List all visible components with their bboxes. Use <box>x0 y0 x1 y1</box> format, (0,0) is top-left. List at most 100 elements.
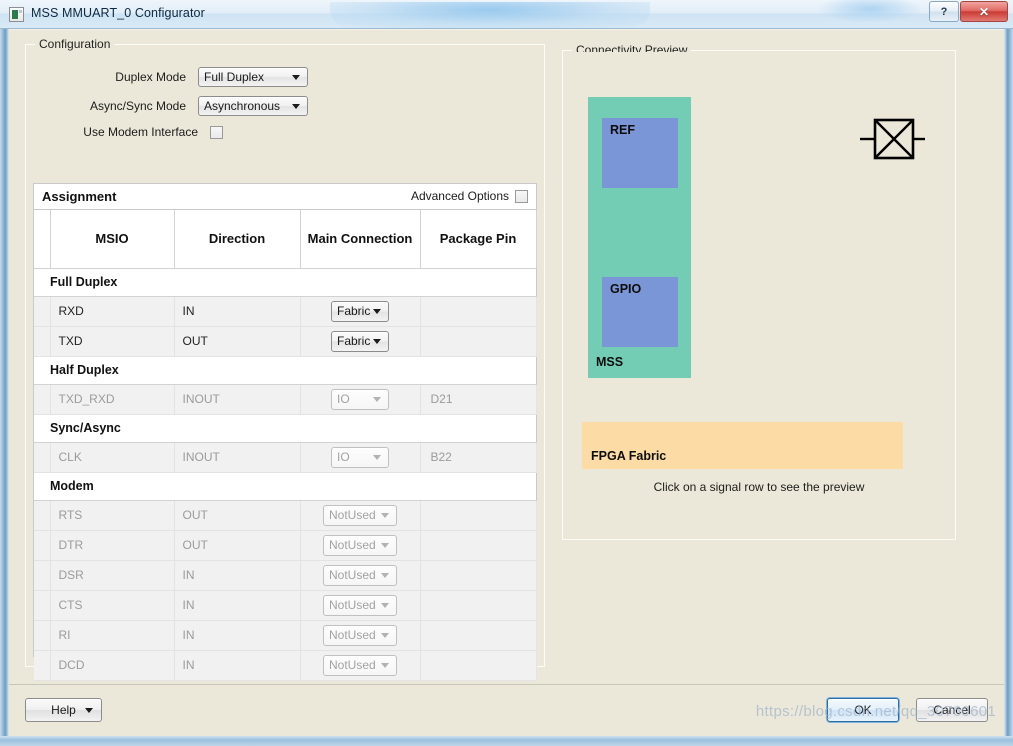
use-modem-interface-label: Use Modem Interface <box>83 125 198 139</box>
chevron-down-icon <box>373 339 381 344</box>
main-connection-select[interactable]: NotUsed <box>323 564 397 586</box>
chevron-down-icon <box>381 633 389 638</box>
table-group-label: Modem <box>34 471 536 501</box>
table-row[interactable]: TXD OUT Fabric <box>34 325 537 357</box>
cell-package-pin <box>419 619 537 651</box>
table-row[interactable]: CTS IN NotUsed <box>34 589 537 621</box>
configuration-group: Configuration Duplex Mode Full Duplex As… <box>25 37 545 681</box>
row-selector-cell[interactable] <box>34 325 51 357</box>
cell-msio: RXD <box>49 295 175 327</box>
cell-main-connection: IO <box>299 383 421 415</box>
use-modem-interface-row: Use Modem Interface <box>56 125 223 139</box>
row-selector-cell[interactable] <box>34 295 51 327</box>
cell-msio: CLK <box>49 441 175 473</box>
ok-button[interactable]: OK <box>827 698 899 722</box>
main-connection-select[interactable]: NotUsed <box>323 594 397 616</box>
main-connection-value: NotUsed <box>329 568 376 582</box>
package-pad-icon <box>860 118 925 160</box>
cell-direction: OUT <box>173 499 301 531</box>
signal-assignment-table: MSIO Direction Main Connection Package P… <box>34 210 537 681</box>
cancel-button[interactable]: Cancel <box>916 698 988 722</box>
table-row[interactable]: RI IN NotUsed <box>34 619 537 651</box>
use-modem-interface-checkbox[interactable] <box>210 125 223 139</box>
ref-block: REF <box>602 118 678 188</box>
cell-package-pin <box>419 559 537 591</box>
duplex-mode-label: Duplex Mode <box>115 70 186 84</box>
duplex-mode-select[interactable]: Full Duplex <box>198 67 308 87</box>
cell-direction: OUT <box>173 529 301 561</box>
chevron-down-icon <box>381 603 389 608</box>
main-connection-select[interactable]: IO <box>331 446 389 468</box>
async-sync-mode-value: Asynchronous <box>204 99 281 113</box>
cell-direction: IN <box>173 589 301 621</box>
column-header-main-connection: Main Connection <box>299 210 421 269</box>
cell-package-pin <box>419 325 537 357</box>
cell-main-connection: Fabric <box>299 325 421 357</box>
row-selector-cell[interactable] <box>34 529 51 561</box>
cell-package-pin: B22 <box>419 441 537 473</box>
table-row[interactable]: DCD IN NotUsed <box>34 649 537 681</box>
table-group-row: Half Duplex <box>34 355 536 385</box>
main-connection-select[interactable]: NotUsed <box>323 654 397 676</box>
chevron-down-icon <box>373 397 381 402</box>
main-connection-select[interactable]: Fabric <box>331 300 389 322</box>
table-row[interactable]: RXD IN Fabric <box>34 295 537 327</box>
table-body: Full Duplex RXD IN Fabric TXD OUT Fabric Half D… <box>34 267 537 681</box>
fpga-fabric-label: FPGA Fabric <box>591 449 667 463</box>
cell-package-pin: D21 <box>419 383 537 415</box>
table-row[interactable]: TXD_RXD INOUT IO D21 <box>34 383 537 415</box>
main-connection-select[interactable]: IO <box>331 388 389 410</box>
table-row[interactable]: RTS OUT NotUsed <box>34 499 537 531</box>
ref-block-label: REF <box>610 123 635 137</box>
cell-package-pin <box>419 295 537 327</box>
main-connection-select[interactable]: NotUsed <box>323 534 397 556</box>
async-sync-mode-row: Async/Sync Mode Asynchronous <box>56 96 308 116</box>
table-group-label: Half Duplex <box>34 355 536 385</box>
connectivity-preview-canvas[interactable]: REF GPIO MSS FPGA Fabric Click on a sign… <box>564 52 954 538</box>
cell-msio: TXD_RXD <box>49 383 175 415</box>
cell-main-connection: NotUsed <box>299 589 421 621</box>
chevron-down-icon <box>85 708 93 713</box>
row-selector-cell[interactable] <box>34 649 51 681</box>
table-row[interactable]: DTR OUT NotUsed <box>34 529 537 561</box>
cell-main-connection: NotUsed <box>299 619 421 651</box>
help-button-label: Help <box>51 703 76 717</box>
row-selector-cell[interactable] <box>34 441 51 473</box>
cell-main-connection: Fabric <box>299 295 421 327</box>
async-sync-mode-label: Async/Sync Mode <box>89 99 186 113</box>
table-row[interactable]: DSR IN NotUsed <box>34 559 537 591</box>
cell-main-connection: NotUsed <box>299 649 421 681</box>
table-group-label: Full Duplex <box>34 267 536 297</box>
row-selector-cell[interactable] <box>34 619 51 651</box>
window-frame-right-edge <box>1004 0 1013 746</box>
cell-msio: DSR <box>49 559 175 591</box>
help-icon[interactable]: ? <box>929 1 959 22</box>
main-connection-value: IO <box>337 392 350 406</box>
advanced-options-label: Advanced Options <box>410 189 509 203</box>
main-connection-select[interactable]: NotUsed <box>323 504 397 526</box>
row-selector-cell[interactable] <box>34 559 51 591</box>
window-title: MSS MMUART_0 Configurator <box>31 6 205 20</box>
configuration-group-title: Configuration <box>35 37 115 51</box>
close-icon[interactable]: ✕ <box>960 1 1008 22</box>
title-bar[interactable]: MSS MMUART_0 Configurator ? ✕ <box>0 0 1013 29</box>
row-selector-cell[interactable] <box>34 499 51 531</box>
table-row[interactable]: CLK INOUT IO B22 <box>34 441 537 473</box>
async-sync-mode-select[interactable]: Asynchronous <box>198 96 308 116</box>
cell-msio: DTR <box>49 529 175 561</box>
row-selector-cell[interactable] <box>34 383 51 415</box>
cell-direction: INOUT <box>173 441 301 473</box>
column-header-direction: Direction <box>173 210 301 269</box>
table-group-row: Modem <box>34 471 536 501</box>
cell-main-connection: NotUsed <box>299 499 421 531</box>
help-button[interactable]: Help <box>25 698 102 722</box>
assignment-title: Assignment <box>42 189 117 204</box>
advanced-options-checkbox[interactable] <box>515 189 528 203</box>
column-header-package-pin: Package Pin <box>419 210 537 269</box>
cell-direction: INOUT <box>173 383 301 415</box>
chevron-down-icon <box>292 75 300 80</box>
main-connection-select[interactable]: Fabric <box>331 330 389 352</box>
row-selector-cell[interactable] <box>34 589 51 621</box>
main-connection-select[interactable]: NotUsed <box>323 624 397 646</box>
cell-msio: DCD <box>49 649 175 681</box>
